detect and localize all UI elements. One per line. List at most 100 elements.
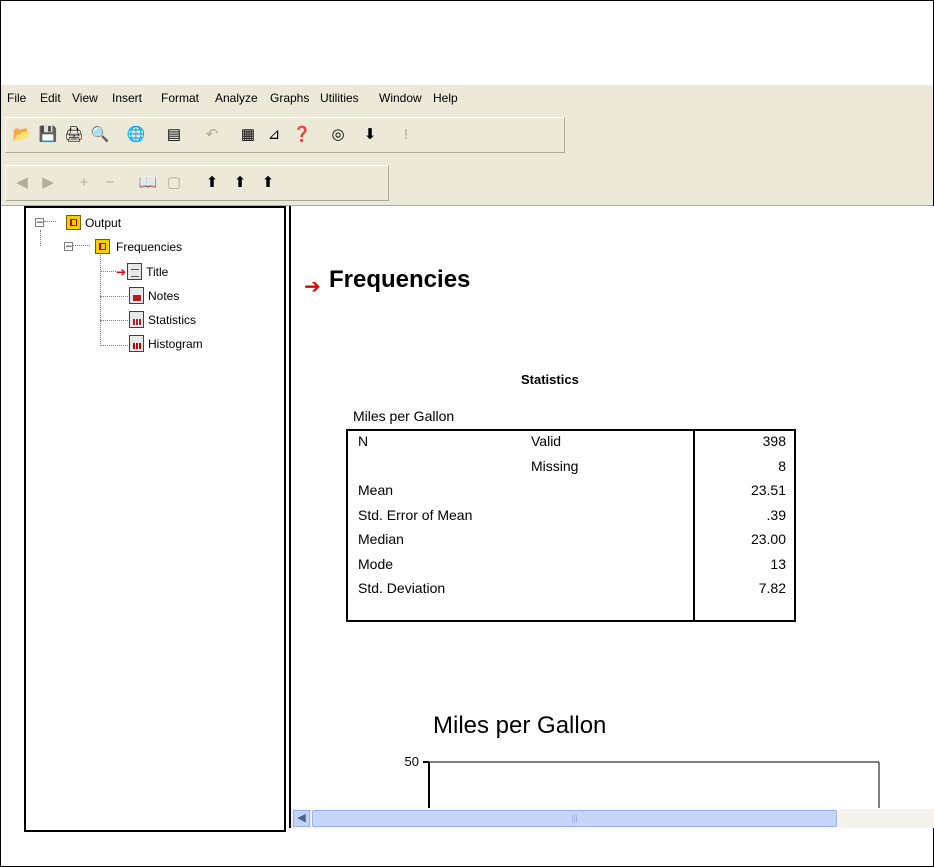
- output-heading[interactable]: Frequencies: [329, 266, 470, 294]
- tree-item-label: Title: [146, 264, 169, 279]
- export-button[interactable]: 🌐: [124, 122, 148, 146]
- tree-item-output[interactable]: − Output: [35, 215, 121, 230]
- output-book-icon: [66, 215, 81, 230]
- outline-toolbar-group: ◀ ▶ + − 📖 ▢ ⬆ ⬆ ⬆: [5, 165, 389, 201]
- tree-item-notes[interactable]: Notes: [129, 287, 179, 304]
- outline-pane[interactable]: − Output − Frequencies ➔ Title Notes Sta…: [24, 206, 286, 832]
- menu-utilities[interactable]: Utilities: [320, 91, 359, 105]
- tree-item-label: Notes: [148, 288, 180, 303]
- goto-case-button[interactable]: ⊿: [262, 122, 286, 146]
- row-label: N: [358, 433, 369, 449]
- insert-heading-button[interactable]: ⬆: [200, 170, 224, 194]
- menu-format[interactable]: Format: [161, 91, 199, 105]
- horizontal-scrollbar[interactable]: ◀ |||: [291, 808, 934, 828]
- collapse-toggle[interactable]: −: [64, 242, 73, 252]
- insert-text-button[interactable]: ⬆: [256, 170, 280, 194]
- row-value: 23.00: [750, 531, 786, 547]
- demote-button[interactable]: ▶: [36, 170, 60, 194]
- goto-data-icon: ▦: [240, 125, 256, 143]
- expand-icon: +: [79, 173, 89, 191]
- export-icon: 🌐: [126, 125, 146, 143]
- row-label: Mean: [358, 482, 394, 498]
- row-label: Mode: [358, 555, 394, 572]
- main-toolbar-group: 📂 💾 🖨 🔍 🌐 ▤ ↶ ▦ ⊿ ❓ ◎ ⬇!: [5, 117, 565, 153]
- tree-item-label: Histogram: [148, 336, 203, 351]
- run-button[interactable]: !: [394, 122, 418, 146]
- tree-item-statistics[interactable]: Statistics: [129, 311, 196, 328]
- insert-heading-icon: ⬆: [205, 173, 219, 191]
- tree-item-histogram[interactable]: Histogram: [129, 335, 203, 352]
- save-button[interactable]: 💾: [36, 122, 60, 146]
- frequencies-book-icon: [95, 239, 110, 254]
- tree-connector: [100, 320, 128, 321]
- row-value: 23.51: [750, 482, 786, 498]
- promote-button[interactable]: ◀: [10, 170, 34, 194]
- tree-connector: [100, 253, 101, 346]
- y-tick-label-50: 50: [405, 754, 419, 769]
- promote-icon: ◀: [16, 173, 28, 191]
- row-sublabel: Missing: [531, 457, 579, 474]
- demote-icon: ▶: [42, 173, 54, 191]
- recall-dialog-button[interactable]: ▤: [162, 122, 186, 146]
- designate-window-button[interactable]: ⬇: [358, 122, 382, 146]
- table-row: Median 23.00: [348, 529, 794, 552]
- output-content-pane[interactable]: ➔ Frequencies Statistics Miles per Gallo…: [289, 206, 934, 828]
- table-row: N Valid 398: [348, 431, 794, 454]
- menu-graphs[interactable]: Graphs: [270, 91, 309, 105]
- current-item-arrow-icon: ➔: [116, 264, 127, 279]
- statistics-table-title: Statistics: [521, 372, 579, 387]
- insert-text-icon: ⬆: [261, 173, 275, 191]
- insert-title-button[interactable]: ⬆: [228, 170, 252, 194]
- goto-data-button[interactable]: ▦: [236, 122, 260, 146]
- undo-icon: ↶: [205, 125, 219, 143]
- show-icon: 📖: [138, 173, 158, 191]
- scroll-left-button[interactable]: ◀: [293, 810, 310, 827]
- collapse-toggle[interactable]: −: [35, 218, 44, 228]
- collapse-button[interactable]: −: [98, 170, 122, 194]
- goto-case-icon: ⊿: [267, 125, 281, 143]
- tree-item-frequencies[interactable]: − Frequencies: [64, 239, 182, 254]
- variables-icon: ❓: [292, 125, 312, 143]
- menu-insert[interactable]: Insert: [112, 91, 142, 105]
- open-folder-icon: 📂: [12, 125, 32, 143]
- menu-help[interactable]: Help: [433, 91, 458, 105]
- menu-edit[interactable]: Edit: [40, 91, 61, 105]
- scrollbar-thumb[interactable]: |||: [312, 810, 837, 827]
- print-preview-button[interactable]: 🔍: [88, 122, 112, 146]
- print-icon: 🖨: [64, 125, 84, 143]
- row-value: .39: [766, 506, 786, 523]
- main-toolbar: 📂 💾 🖨 🔍 🌐 ▤ ↶ ▦ ⊿ ❓ ◎ ⬇!: [1, 111, 933, 160]
- use-sets-button[interactable]: ◎: [326, 122, 350, 146]
- tree-connector: [100, 296, 128, 297]
- row-value: 13: [770, 555, 786, 572]
- notes-doc-icon: [129, 287, 144, 304]
- tree-connector: [40, 230, 41, 246]
- hide-button[interactable]: ▢: [162, 170, 186, 194]
- tree-connector: [100, 345, 128, 346]
- menu-window[interactable]: Window: [379, 91, 422, 105]
- variables-button[interactable]: ❓: [290, 122, 314, 146]
- expand-button[interactable]: +: [72, 170, 96, 194]
- menu-view[interactable]: View: [72, 91, 98, 105]
- histogram-doc-icon: [129, 335, 144, 352]
- menu-analyze[interactable]: Analyze: [215, 91, 258, 105]
- undo-button[interactable]: ↶: [200, 122, 224, 146]
- table-row: Missing 8: [348, 456, 794, 479]
- save-icon: 💾: [38, 125, 58, 143]
- title-doc-icon: [127, 263, 143, 280]
- collapse-icon: −: [105, 173, 115, 191]
- menu-file[interactable]: File: [7, 91, 26, 105]
- tree-item-title[interactable]: ➔ Title: [116, 263, 168, 280]
- show-button[interactable]: 📖: [136, 170, 160, 194]
- tree-item-label: Statistics: [148, 312, 197, 327]
- outline-toolbar: ◀ ▶ + − 📖 ▢ ⬆ ⬆ ⬆: [1, 159, 933, 206]
- statistics-table[interactable]: N Valid 398 Missing 8 Mean 23.51 Std. Error of …: [346, 429, 796, 622]
- statistics-doc-icon: [129, 311, 144, 328]
- tree-connector: [100, 271, 116, 272]
- row-value: 398: [762, 433, 786, 449]
- print-button[interactable]: 🖨: [62, 122, 86, 146]
- table-row: Std. Error of Mean .39: [348, 505, 794, 528]
- row-value: 8: [778, 457, 786, 474]
- open-folder-button[interactable]: 📂: [10, 122, 34, 146]
- use-sets-icon: ◎: [331, 125, 345, 143]
